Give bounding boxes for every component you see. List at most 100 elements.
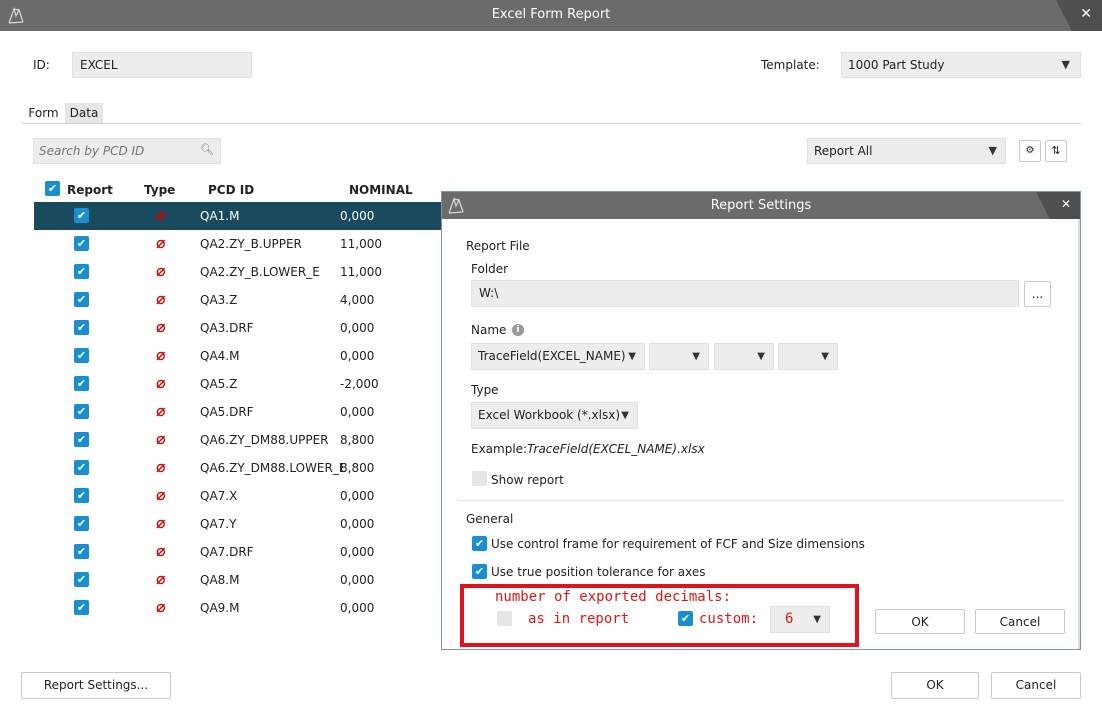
row-report-checkbox[interactable]: ✔	[74, 460, 89, 475]
row-pcd-id: QA3.Z	[200, 293, 238, 307]
dialog-cancel-button[interactable]: Cancel	[975, 609, 1065, 634]
table-row[interactable]: ✔ ⌀ QA3.Z 4,000	[34, 286, 444, 314]
folder-label: Folder	[471, 262, 509, 276]
table-row[interactable]: ✔ ⌀ QA2.ZY_B.LOWER_E 11,000	[34, 258, 444, 286]
row-report-checkbox[interactable]: ✔	[74, 572, 89, 587]
control-frame-checkbox[interactable]: ✔	[472, 536, 487, 551]
row-nominal: -2,000	[340, 377, 379, 391]
cancel-button[interactable]: Cancel	[991, 672, 1081, 699]
chevron-down-icon: ▼	[621, 410, 629, 421]
report-filter-select[interactable]: Report All ▼	[807, 138, 1006, 164]
select-all-checkbox[interactable]: ✔	[45, 181, 60, 196]
template-select[interactable]: 1000 Part Study ▼	[841, 52, 1081, 78]
example-text: Example:TraceField(EXCEL_NAME).xlsx	[471, 442, 705, 456]
row-pcd-id: QA5.DRF	[200, 405, 254, 419]
id-input[interactable]: EXCEL	[72, 52, 252, 78]
browse-folder-button[interactable]: ...	[1024, 281, 1051, 307]
report-settings-dialog: Report Settings ✕ Report File Folder W:\…	[441, 191, 1081, 650]
type-select[interactable]: Excel Workbook (*.xlsx) ▼	[471, 402, 638, 429]
row-nominal: 0,000	[340, 209, 375, 223]
ok-button[interactable]: OK	[891, 672, 979, 699]
example-label: Example:	[471, 442, 528, 456]
table-row[interactable]: ✔ ⌀ QA8.M 0,000	[34, 566, 444, 594]
tab-data[interactable]: Data	[65, 103, 103, 123]
header-report[interactable]: Report	[67, 183, 113, 197]
table-row[interactable]: ✔ ⌀ QA5.DRF 0,000	[34, 398, 444, 426]
row-report-checkbox[interactable]: ✔	[74, 488, 89, 503]
diameter-icon: ⌀	[156, 205, 166, 224]
name-select-1[interactable]: TraceField(EXCEL_NAME) ▼	[471, 343, 645, 370]
row-report-checkbox[interactable]: ✔	[74, 264, 89, 279]
search-input[interactable]	[34, 139, 194, 163]
row-report-checkbox[interactable]: ✔	[74, 348, 89, 363]
row-pcd-id: QA2.ZY_B.UPPER	[200, 237, 302, 251]
settings-list-icon: ⚙︎	[1025, 145, 1035, 156]
decimals-title: number of exported decimals:	[495, 589, 732, 605]
as-in-report-checkbox[interactable]	[497, 611, 512, 626]
row-report-checkbox[interactable]: ✔	[74, 544, 89, 559]
table-row[interactable]: ✔ ⌀ QA3.DRF 0,000	[34, 314, 444, 342]
custom-checkbox[interactable]: ✔	[678, 611, 693, 626]
tab-form[interactable]: Form	[22, 103, 65, 123]
row-pcd-id: QA4.M	[200, 349, 240, 363]
header-nominal[interactable]: NOMINAL	[349, 183, 413, 197]
row-nominal: 11,000	[340, 265, 382, 279]
row-report-checkbox[interactable]: ✔	[74, 208, 89, 223]
tab-divider	[22, 123, 1081, 124]
table-row[interactable]: ✔ ⌀ QA4.M 0,000	[34, 342, 444, 370]
dialog-ok-button[interactable]: OK	[875, 609, 965, 634]
row-nominal: 0,000	[340, 545, 375, 559]
row-pcd-id: QA6.ZY_DM88.LOWER_E	[200, 461, 347, 475]
row-report-checkbox[interactable]: ✔	[74, 600, 89, 615]
table-row[interactable]: ✔ ⌀ QA1.M 0,000	[34, 202, 444, 230]
row-nominal: 0,000	[340, 573, 375, 587]
dialog-content: Report File Folder W:\ ... Name i TraceF…	[442, 219, 1080, 649]
dialog-title-bar: Report Settings ✕	[442, 192, 1080, 219]
row-report-checkbox[interactable]: ✔	[74, 320, 89, 335]
window-close-button[interactable]: ✕	[1080, 6, 1092, 22]
row-pcd-id: QA2.ZY_B.LOWER_E	[200, 265, 320, 279]
table-row[interactable]: ✔ ⌀ QA7.X 0,000	[34, 482, 444, 510]
sort-button[interactable]: ⇅	[1045, 140, 1067, 162]
table-row[interactable]: ✔ ⌀ QA9.M 0,000	[34, 594, 444, 622]
row-report-checkbox[interactable]: ✔	[74, 292, 89, 307]
diameter-icon: ⌀	[156, 485, 166, 504]
show-report-checkbox[interactable]	[472, 471, 487, 486]
custom-decimals-value: 6	[785, 611, 794, 627]
true-position-checkbox[interactable]: ✔	[472, 564, 487, 579]
header-type[interactable]: Type	[144, 183, 175, 197]
true-position-label: Use true position tolerance for axes	[491, 565, 706, 579]
folder-input[interactable]: W:\	[471, 280, 1019, 307]
name-select-4[interactable]: ▼	[778, 343, 838, 370]
diameter-icon: ⌀	[156, 401, 166, 420]
row-report-checkbox[interactable]: ✔	[74, 236, 89, 251]
row-report-checkbox[interactable]: ✔	[74, 404, 89, 419]
table-row[interactable]: ✔ ⌀ QA7.DRF 0,000	[34, 538, 444, 566]
table-row[interactable]: ✔ ⌀ QA6.ZY_DM88.LOWER_E 8,800	[34, 454, 444, 482]
row-report-checkbox[interactable]: ✔	[74, 516, 89, 531]
name-select-3[interactable]: ▼	[714, 343, 774, 370]
diameter-icon: ⌀	[156, 597, 166, 616]
custom-decimals-select[interactable]: 6 ▼	[770, 606, 830, 633]
report-settings-button[interactable]: Report Settings...	[21, 672, 171, 699]
row-report-checkbox[interactable]: ✔	[74, 376, 89, 391]
row-report-checkbox[interactable]: ✔	[74, 432, 89, 447]
column-settings-button[interactable]: ⚙︎	[1019, 140, 1041, 162]
general-heading: General	[466, 512, 514, 526]
table-row[interactable]: ✔ ⌀ QA7.Y 0,000	[34, 510, 444, 538]
header-pcd-id[interactable]: PCD ID	[208, 183, 254, 197]
search-box[interactable]: 🔍︎	[33, 138, 221, 164]
table-row[interactable]: ✔ ⌀ QA2.ZY_B.UPPER 11,000	[34, 230, 444, 258]
table-row[interactable]: ✔ ⌀ QA6.ZY_DM88.UPPER 8,800	[34, 426, 444, 454]
table-row[interactable]: ✔ ⌀ QA5.Z -2,000	[34, 370, 444, 398]
row-pcd-id: QA3.DRF	[200, 321, 254, 335]
chevron-down-icon: ▼	[692, 351, 700, 362]
chevron-down-icon: ▼	[1061, 58, 1070, 71]
diameter-icon: ⌀	[156, 345, 166, 364]
chevron-down-icon: ▼	[628, 351, 636, 362]
info-icon[interactable]: i	[512, 324, 524, 336]
name-select-2[interactable]: ▼	[649, 343, 709, 370]
row-nominal: 0,000	[340, 321, 375, 335]
row-nominal: 11,000	[340, 237, 382, 251]
diameter-icon: ⌀	[156, 233, 166, 252]
